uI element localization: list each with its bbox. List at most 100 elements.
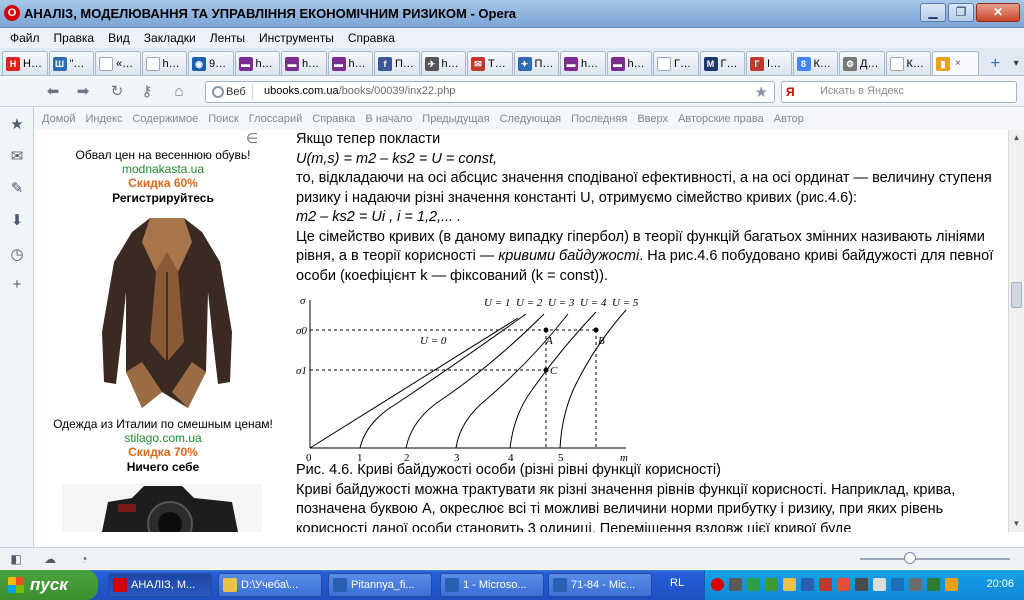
tray-security-icon[interactable] <box>765 578 778 591</box>
add-panel-icon[interactable]: + <box>7 275 27 295</box>
bookmarks-star-icon[interactable]: ★ <box>7 115 27 135</box>
browser-tab[interactable]: ✦ П… <box>513 51 559 75</box>
home-icon[interactable]: ⌂ <box>168 82 190 102</box>
scroll-up-icon[interactable]: ▲ <box>1009 130 1024 146</box>
camera-image[interactable] <box>62 484 262 532</box>
tray-shield-icon[interactable] <box>927 578 940 591</box>
tray-monitor-icon[interactable] <box>855 578 868 591</box>
history-clock-icon[interactable]: ◷ <box>7 245 27 265</box>
taskbar-window-button[interactable]: D:\Учеба\... <box>218 573 322 597</box>
forward-arrow-icon[interactable]: ➡ <box>72 82 94 102</box>
downloads-icon[interactable]: ⬇ <box>7 211 27 231</box>
tray-tool-icon[interactable] <box>945 578 958 591</box>
menu-help[interactable]: Справка <box>342 31 401 45</box>
scroll-down-icon[interactable]: ▼ <box>1009 516 1024 532</box>
site-nav-link[interactable]: Автор <box>774 113 804 125</box>
taskbar-window-button[interactable]: АНАЛІЗ, М... <box>108 573 212 597</box>
site-nav-link[interactable]: Предыдущая <box>422 113 489 125</box>
browser-tab[interactable]: f П… <box>374 51 420 75</box>
yandex-icon[interactable]: Я <box>786 84 808 100</box>
zoom-slider-knob[interactable] <box>904 552 916 564</box>
site-nav-link[interactable]: Глоссарий <box>249 113 303 125</box>
site-nav-link[interactable]: Поиск <box>208 113 238 125</box>
ad-wow-heading[interactable]: Ничего себе <box>34 460 292 474</box>
menu-feeds[interactable]: Ленты <box>204 31 251 45</box>
ad-1-title[interactable]: Обвал цен на весеннюю обувь! <box>34 148 292 162</box>
browser-tab[interactable]: ◉ 9… <box>188 51 234 75</box>
ad-2-link[interactable]: stilago.com.ua <box>34 431 292 445</box>
browser-tab[interactable]: К… <box>885 51 931 75</box>
taskbar-window-button[interactable]: 1 - Microso... <box>440 573 544 597</box>
taskbar-window-button[interactable]: Pitannya_fi... <box>328 573 432 597</box>
browser-tab[interactable]: ▮ × <box>932 51 980 75</box>
menu-view[interactable]: Вид <box>102 31 136 45</box>
ad-1-link[interactable]: modnakasta.ua <box>34 162 292 176</box>
zoom-slider[interactable] <box>860 558 1010 560</box>
ad-register-heading[interactable]: Регистрируйтесь <box>34 191 292 205</box>
scroll-thumb[interactable] <box>1011 282 1022 308</box>
back-arrow-icon[interactable]: ⬅ <box>42 82 64 102</box>
notes-icon[interactable]: ✎ <box>7 179 27 199</box>
tab-menu-chevron-icon[interactable]: ▾ <box>1008 53 1024 75</box>
tray-keyboard-icon[interactable] <box>909 578 922 591</box>
web-badge[interactable]: Веб <box>210 84 253 100</box>
browser-tab[interactable]: ▬ h… <box>606 51 652 75</box>
site-nav-link[interactable]: В начало <box>365 113 412 125</box>
site-nav-link[interactable]: Авторские права <box>678 113 764 125</box>
site-nav-link[interactable]: Последняя <box>571 113 627 125</box>
tray-display-icon[interactable] <box>891 578 904 591</box>
search-input[interactable]: Я Искать в Яндекс <box>781 81 1017 103</box>
key-icon[interactable]: ⚷ <box>136 82 158 102</box>
ad-2-title[interactable]: Одежда из Италии по смешным ценам! <box>34 417 292 431</box>
ad-1-sale[interactable]: Скидка 60% <box>34 176 292 190</box>
speed-dial-icon[interactable]: ◔ <box>76 551 92 567</box>
menu-edit[interactable]: Правка <box>48 31 101 45</box>
browser-tab[interactable]: ▬ h… <box>560 51 606 75</box>
browser-tab[interactable]: M Г… <box>699 51 745 75</box>
mail-icon[interactable]: ✉ <box>7 147 27 167</box>
site-nav-link[interactable]: Следующая <box>500 113 562 125</box>
browser-tab[interactable]: ▬ h… <box>234 51 280 75</box>
browser-tab[interactable]: ▬ h… <box>327 51 373 75</box>
ad-2-sale[interactable]: Скидка 70% <box>34 445 292 459</box>
site-nav-link[interactable]: Домой <box>42 113 76 125</box>
vertical-scrollbar[interactable]: ▲ ▼ <box>1008 130 1024 532</box>
browser-tab[interactable]: ▬ h… <box>281 51 327 75</box>
site-nav-link[interactable]: Содержимое <box>132 113 198 125</box>
tray-network-icon[interactable] <box>747 578 760 591</box>
tray-device-icon[interactable] <box>729 578 742 591</box>
url-text[interactable]: ubooks.com.ua/books/00039/inx22.php <box>264 85 455 97</box>
site-nav-link[interactable]: Вверх <box>637 113 668 125</box>
tray-update-icon[interactable] <box>801 578 814 591</box>
minimize-button[interactable]: ▁ <box>920 3 946 22</box>
close-button[interactable]: ✕ <box>976 3 1020 22</box>
menu-file[interactable]: Файл <box>4 31 46 45</box>
tray-antivirus-icon[interactable] <box>819 578 832 591</box>
reload-icon[interactable]: ↻ <box>106 82 128 102</box>
menu-tools[interactable]: Инструменты <box>253 31 340 45</box>
menu-bookmarks[interactable]: Закладки <box>138 31 202 45</box>
new-tab-button[interactable]: + <box>984 53 1006 75</box>
bookmark-star-icon[interactable]: ★ <box>755 83 768 101</box>
site-nav-link[interactable]: Индекс <box>86 113 123 125</box>
language-indicator[interactable]: RL <box>670 577 684 589</box>
tray-volume-icon[interactable] <box>873 578 886 591</box>
browser-tab[interactable]: ✉ Т… <box>467 51 513 75</box>
browser-tab[interactable]: 8 К… <box>792 51 838 75</box>
browser-tab[interactable]: Г… <box>653 51 699 75</box>
maximize-button[interactable]: ❐ <box>948 3 974 22</box>
browser-tab[interactable]: h… <box>141 51 187 75</box>
browser-tab[interactable]: «… <box>95 51 141 75</box>
start-button[interactable]: пуск <box>0 570 98 600</box>
jacket-image[interactable] <box>92 212 242 412</box>
browser-tab[interactable]: Ш "… <box>48 51 94 75</box>
tray-bulb-icon[interactable] <box>783 578 796 591</box>
address-bar[interactable]: Веб ubooks.com.ua/books/00039/inx22.php … <box>205 81 775 103</box>
browser-tab[interactable]: Г I… <box>746 51 792 75</box>
site-nav-link[interactable]: Справка <box>312 113 355 125</box>
unite-cloud-icon[interactable]: ☁ <box>42 551 58 567</box>
panel-toggle-icon[interactable]: ◧ <box>8 551 24 567</box>
taskbar-window-button[interactable]: 71-84 - Mic... <box>548 573 652 597</box>
tray-alert-icon[interactable] <box>837 578 850 591</box>
browser-tab[interactable]: Н Н… <box>2 51 48 75</box>
